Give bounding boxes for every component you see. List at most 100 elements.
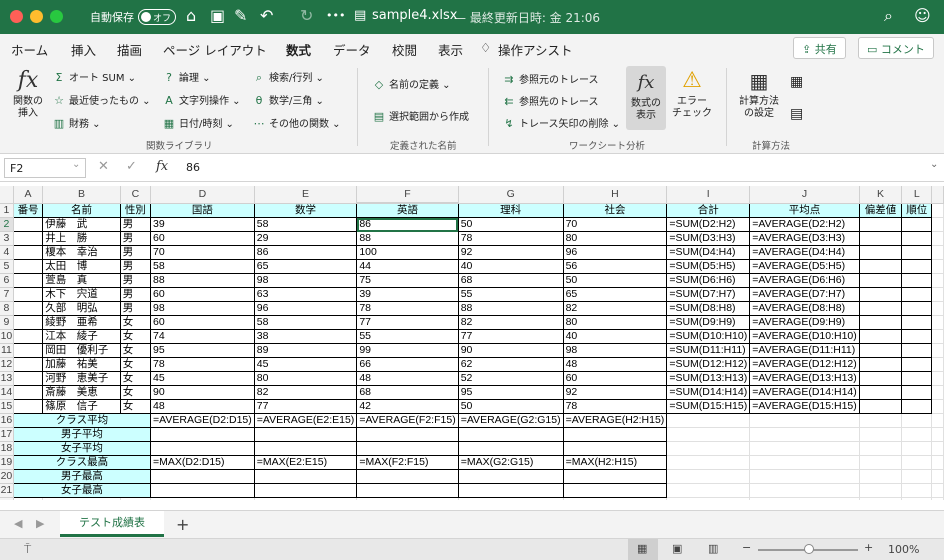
home-icon[interactable]: ⌂ (186, 6, 196, 26)
row-header-8[interactable]: 8 (0, 301, 14, 316)
student-name-cell[interactable]: 岡田 優利子 (42, 343, 121, 358)
accessibility-icon[interactable]: ⍑ (24, 542, 31, 557)
cell[interactable]: 89 (253, 343, 358, 358)
column-header-f[interactable]: F (356, 186, 459, 204)
cell[interactable]: 86 (253, 245, 358, 260)
cell[interactable]: 90 (457, 343, 564, 358)
summary-cell[interactable] (356, 469, 459, 484)
cell[interactable] (150, 497, 255, 500)
cell[interactable] (858, 343, 903, 358)
cell[interactable] (859, 497, 903, 500)
cell[interactable] (858, 399, 903, 414)
student-name-cell[interactable]: 萱島 真 (42, 273, 121, 288)
cell[interactable]: 39 (150, 217, 255, 232)
cell[interactable] (858, 329, 903, 344)
cell[interactable] (931, 343, 944, 358)
cell[interactable]: 60 (150, 231, 255, 246)
insert-function-fx-icon[interactable]: fx (156, 159, 168, 174)
cell[interactable] (13, 497, 44, 500)
row-header-13[interactable]: 13 (0, 371, 14, 386)
lookup-button[interactable]: ⌕ 検索/行列 ⌄ (252, 69, 324, 85)
cell[interactable] (901, 441, 933, 456)
cell[interactable]: 52 (457, 371, 564, 386)
cell[interactable] (12, 385, 44, 400)
cell[interactable]: 86 (356, 217, 459, 232)
cell[interactable]: =AVERAGE(D9:H9) (749, 315, 860, 330)
cell[interactable]: 98 (150, 301, 255, 316)
row-header-17[interactable]: 17 (0, 427, 14, 442)
cell[interactable]: =SUM(D4:H4) (666, 245, 751, 260)
column-header-d[interactable]: D (150, 186, 255, 204)
cell[interactable]: 82 (562, 301, 668, 316)
cell[interactable]: 88 (356, 231, 459, 246)
error-check-button[interactable]: ⚠ エラー チェック (670, 66, 714, 120)
cell[interactable] (749, 427, 860, 442)
cell[interactable] (901, 483, 933, 498)
comments-button[interactable]: ▭ コメント (858, 37, 934, 59)
column-header-e[interactable]: E (254, 186, 358, 204)
cell[interactable]: 70 (150, 245, 255, 260)
cell[interactable]: 58 (253, 315, 358, 330)
summary-cell[interactable] (253, 427, 358, 442)
cell[interactable] (931, 469, 944, 484)
tab-review[interactable]: 校閲 (392, 40, 417, 59)
cell[interactable] (858, 301, 903, 316)
summary-cell[interactable] (562, 483, 668, 498)
cell[interactable]: 78 (457, 231, 564, 246)
minimize-window-button[interactable] (30, 10, 43, 23)
scroll-right-icon[interactable]: ▶ (36, 517, 44, 530)
summary-label[interactable]: 男子平均 (12, 427, 152, 442)
student-name-cell[interactable]: 斎藤 美恵 (42, 385, 121, 400)
row-header-4[interactable]: 4 (0, 245, 14, 260)
row-header-9[interactable]: 9 (0, 315, 14, 330)
cell[interactable] (901, 497, 933, 500)
row-header-22[interactable]: 22 (0, 497, 14, 500)
header-cell[interactable]: 国語 (150, 202, 255, 218)
cell[interactable]: 女 (119, 357, 152, 372)
show-formulas-button[interactable]: fx 数式の 表示 (626, 66, 666, 130)
cell[interactable] (12, 259, 44, 274)
cell[interactable] (858, 315, 903, 330)
cell[interactable] (931, 301, 944, 316)
header-cell[interactable]: 偏差値 (858, 202, 903, 218)
cell[interactable]: =AVERAGE(D15:H15) (749, 399, 860, 414)
cell[interactable]: 88 (150, 273, 255, 288)
cell[interactable]: 100 (356, 245, 459, 260)
cell[interactable]: 40 (457, 259, 564, 274)
cell[interactable] (666, 427, 751, 442)
cell[interactable] (901, 413, 933, 428)
cell[interactable]: 55 (356, 329, 459, 344)
cell[interactable] (931, 245, 944, 260)
cell[interactable] (901, 329, 933, 344)
cell[interactable]: 77 (253, 399, 358, 414)
cell[interactable] (254, 497, 358, 500)
expand-formula-icon[interactable]: ⌄ (930, 159, 938, 170)
column-header-a[interactable]: A (13, 186, 44, 204)
summary-cell[interactable] (253, 469, 358, 484)
cell[interactable] (859, 413, 903, 428)
cell[interactable]: =AVERAGE(D7:H7) (749, 287, 860, 302)
row-header-20[interactable]: 20 (0, 469, 14, 484)
cell[interactable] (931, 385, 944, 400)
cell[interactable]: =SUM(D2:H2) (666, 217, 751, 232)
cell[interactable]: 78 (150, 357, 255, 372)
zoom-in-button[interactable]: + (864, 541, 873, 554)
cell[interactable]: 74 (150, 329, 255, 344)
cell[interactable]: =AVERAGE(D2:H2) (749, 217, 860, 232)
cell[interactable] (666, 441, 751, 456)
cell[interactable] (901, 399, 933, 414)
cell[interactable] (12, 245, 44, 260)
row-header-15[interactable]: 15 (0, 399, 14, 414)
summary-cell[interactable]: =AVERAGE(G2:G15) (457, 413, 564, 428)
column-header-h[interactable]: H (563, 186, 668, 204)
cell[interactable]: =AVERAGE(D11:H11) (749, 343, 860, 358)
cell[interactable]: =SUM(D15:H15) (666, 399, 751, 414)
cell[interactable]: 男 (119, 273, 152, 288)
cell[interactable]: 女 (119, 371, 152, 386)
column-header-j[interactable]: J (749, 186, 860, 204)
cell[interactable] (901, 357, 933, 372)
cell[interactable] (858, 287, 903, 302)
summary-label[interactable]: 女子平均 (12, 441, 152, 456)
cell[interactable] (749, 483, 860, 498)
cell[interactable]: 39 (356, 287, 459, 302)
